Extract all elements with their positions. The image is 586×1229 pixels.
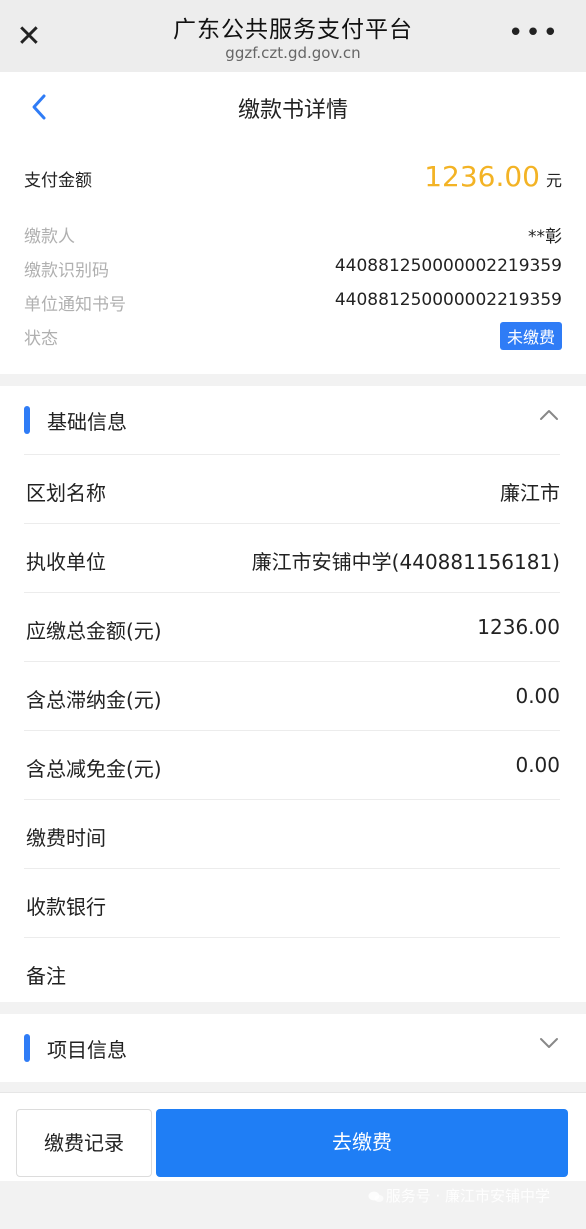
amount-value: 1236.00	[424, 160, 540, 193]
info-value: 廉江市	[500, 481, 560, 505]
amount-label: 支付金额	[24, 171, 92, 191]
page-nav: 缴款书详情	[0, 72, 586, 144]
info-row-payment-time: 缴费时间	[24, 799, 560, 869]
info-value: 0.00	[515, 684, 560, 708]
bottom-action-bar: 缴费记录 去缴费 服务号 · 廉江市安铺中学	[0, 1092, 586, 1205]
info-label: 区划名称	[26, 481, 106, 505]
payment-code-value: 440881250000002219359	[334, 256, 562, 276]
more-icon[interactable]: •••	[508, 18, 560, 48]
info-value: 1236.00	[477, 615, 560, 639]
pay-button[interactable]: 去缴费 服务号 · 廉江市安铺中学	[156, 1109, 568, 1205]
payment-code-label: 缴款识别码	[24, 261, 109, 281]
info-row-region: 区划名称 廉江市	[24, 454, 560, 524]
info-label: 备注	[26, 964, 66, 988]
info-label: 收款银行	[26, 895, 106, 919]
info-row-waiver: 含总减免金(元) 0.00	[24, 730, 560, 800]
notice-no-value: 440881250000002219359	[334, 290, 562, 310]
info-row-collecting-unit: 执收单位 廉江市安铺中学(440881156181)	[24, 523, 560, 593]
basic-info-title: 基础信息	[47, 410, 127, 434]
watermark-text: 服务号 · 廉江市安铺中学	[385, 1187, 550, 1205]
section-accent-bar	[24, 406, 30, 434]
status-label: 状态	[24, 329, 58, 349]
info-row-bank: 收款银行	[24, 868, 560, 938]
chevron-up-icon[interactable]	[538, 408, 560, 422]
status-row: 状态 未缴费	[24, 322, 562, 350]
info-value: 0.00	[515, 753, 560, 777]
payment-record-button[interactable]: 缴费记录	[16, 1109, 152, 1177]
info-label: 应缴总金额(元)	[26, 619, 162, 643]
payer-row: 缴款人 **彰	[24, 222, 562, 248]
wechat-icon	[368, 1191, 384, 1202]
info-label: 执收单位	[26, 550, 106, 574]
payer-value: **彰	[528, 227, 562, 247]
browser-title: 广东公共服务支付平台	[173, 17, 413, 43]
status-badge: 未缴费	[499, 322, 562, 350]
section-accent-bar	[24, 1034, 30, 1062]
payment-code-row: 缴款识别码 440881250000002219359	[24, 256, 562, 282]
watermark: 服务号 · 廉江市安铺中学	[368, 1163, 550, 1229]
basic-info-section: 基础信息 区划名称 廉江市 执收单位 廉江市安铺中学(440881156181)…	[0, 386, 586, 1002]
project-info-title: 项目信息	[47, 1038, 127, 1062]
basic-info-header[interactable]: 基础信息	[0, 386, 586, 454]
info-label: 含总减免金(元)	[26, 757, 162, 781]
project-info-header[interactable]: 项目信息	[0, 1014, 586, 1082]
notice-no-label: 单位通知书号	[24, 295, 126, 315]
pay-button-label: 去缴费	[332, 1130, 392, 1154]
browser-bar: ✕ 广东公共服务支付平台 ggzf.czt.gd.gov.cn •••	[0, 0, 586, 72]
notice-no-row: 单位通知书号 440881250000002219359	[24, 290, 562, 316]
browser-url: ggzf.czt.gd.gov.cn	[225, 44, 361, 62]
chevron-down-icon[interactable]	[538, 1036, 560, 1050]
payment-summary: 支付金额 1236.00 元 缴款人 **彰 缴款识别码 440881250000…	[0, 144, 586, 374]
amount-display: 1236.00 元	[424, 160, 562, 193]
info-row-remark: 备注	[24, 937, 560, 1003]
info-row-total-amount: 应缴总金额(元) 1236.00	[24, 592, 560, 662]
project-info-section: 项目信息	[0, 1014, 586, 1082]
info-label: 缴费时间	[26, 826, 106, 850]
info-row-late-fee: 含总滞纳金(元) 0.00	[24, 661, 560, 731]
info-label: 含总滞纳金(元)	[26, 688, 162, 712]
payer-label: 缴款人	[24, 227, 75, 247]
amount-unit: 元	[545, 171, 562, 190]
info-value: 廉江市安铺中学(440881156181)	[251, 550, 560, 574]
page-title: 缴款书详情	[237, 98, 348, 123]
